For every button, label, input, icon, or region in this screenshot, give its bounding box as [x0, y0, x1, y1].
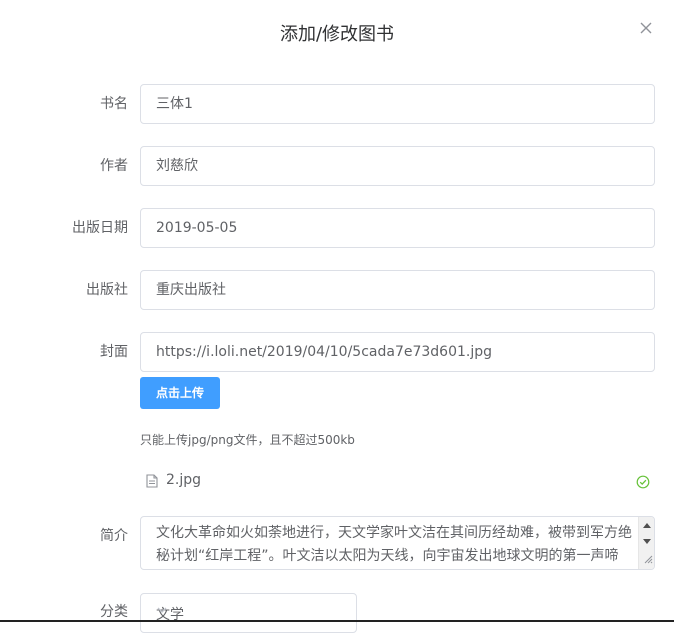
scroll-up-icon[interactable]	[643, 523, 651, 528]
upload-button[interactable]: 点击上传	[140, 377, 220, 409]
dialog-title: 添加/修改图书	[279, 24, 395, 45]
publish-date-value: 2019-05-05	[156, 220, 238, 236]
book-name-input[interactable]: 三体1	[140, 84, 655, 124]
upload-tip: 只能上传jpg/png文件，且不超过500kb	[140, 433, 355, 447]
scroll-down-icon[interactable]	[643, 539, 651, 544]
cover-url-value: https://i.loli.net/2019/04/10/5cada7e73d…	[156, 344, 493, 360]
publish-date-label: 出版日期	[72, 220, 128, 236]
document-icon	[146, 473, 158, 492]
cover-label: 封面	[100, 344, 128, 360]
resize-handle-icon[interactable]	[643, 549, 653, 568]
cover-url-input[interactable]: https://i.loli.net/2019/04/10/5cada7e73d…	[140, 332, 655, 372]
press-value: 重庆出版社	[156, 282, 226, 298]
abstract-label: 简介	[100, 528, 128, 544]
category-label: 分类	[100, 604, 128, 620]
category-select[interactable]: 文学	[140, 593, 357, 633]
uploaded-file-item[interactable]: 2.jpg	[140, 471, 654, 491]
press-input[interactable]: 重庆出版社	[140, 270, 655, 310]
publish-date-input[interactable]: 2019-05-05	[140, 208, 655, 248]
press-label: 出版社	[86, 282, 128, 298]
uploaded-file-name: 2.jpg	[166, 472, 202, 488]
check-circle-icon	[636, 474, 650, 493]
abstract-text: 文化大革命如火如荼地进行，天文学家叶文洁在其间历经劫难，被带到军方绝秘计划“红岸…	[156, 525, 632, 564]
close-icon[interactable]	[637, 19, 655, 37]
abstract-textarea[interactable]: 文化大革命如火如荼地进行，天文学家叶文洁在其间历经劫难，被带到军方绝秘计划“红岸…	[140, 516, 655, 570]
book-name-value: 三体1	[156, 96, 193, 112]
book-name-label: 书名	[100, 96, 128, 112]
author-input[interactable]: 刘慈欣	[140, 146, 655, 186]
chevron-down-icon	[156, 604, 346, 620]
add-edit-book-dialog: 添加/修改图书 书名 三体1 作者 刘慈欣 出版日期 2019-05-05 出版…	[0, 0, 674, 633]
author-value: 刘慈欣	[156, 158, 198, 174]
author-label: 作者	[100, 158, 128, 174]
